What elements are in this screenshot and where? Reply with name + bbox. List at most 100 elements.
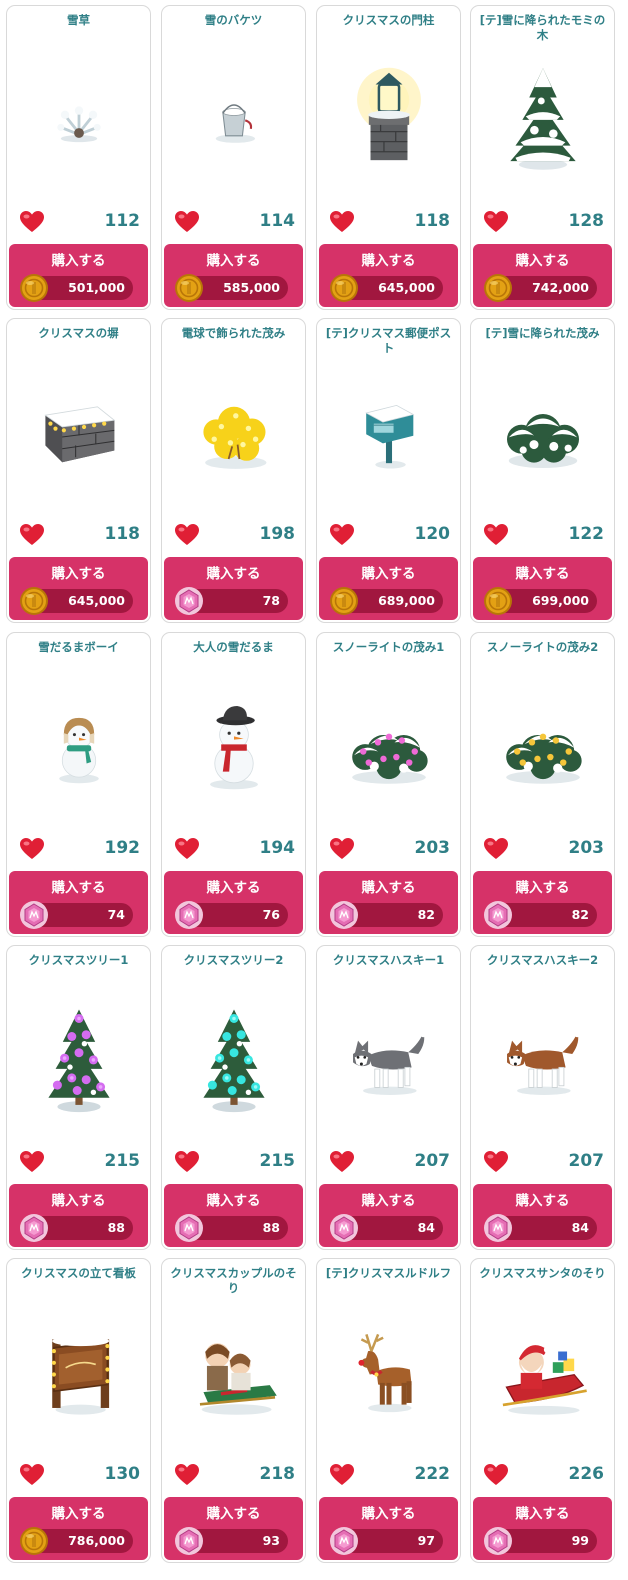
buy-button[interactable]: 購入する 88 [9,1184,148,1247]
shop-item-card-13[interactable]: クリスマスツリー1 215 購入する 88 [6,945,151,1250]
heart-icon[interactable] [174,1463,200,1487]
shop-item-card-16[interactable]: クリスマスハスキー2 207 購入する 84 [470,945,615,1250]
shop-item-card-14[interactable]: クリスマスツリー2 215 購入する 88 [161,945,306,1250]
buy-button-label: 購入する [361,1193,416,1209]
coin-icon [329,586,359,616]
snow-grass-image[interactable] [29,54,129,184]
snowy-bush-image[interactable] [493,367,593,497]
heart-icon[interactable] [19,210,45,234]
item-name: 電球で飾られた茂み [181,326,286,340]
gem-icon [174,1213,204,1243]
shop-item-card-12[interactable]: スノーライトの茂み2 203 購入する 82 [470,632,615,937]
shop-item-card-15[interactable]: クリスマスハスキー1 207 購入する 84 [316,945,461,1250]
husky-gray-image[interactable] [339,994,439,1124]
shop-item-card-18[interactable]: クリスマスカップルのそり 218 購入する 93 [161,1258,306,1563]
snowman-boy-image[interactable] [29,681,129,811]
shop-item-card-19[interactable]: [テ]クリスマスルドルフ 222 購入する 97 [316,1258,461,1563]
reindeer-image[interactable] [339,1307,439,1437]
like-count: 207 [414,1151,451,1171]
like-count: 207 [568,1151,605,1171]
heart-icon[interactable] [483,1150,509,1174]
buy-button[interactable]: 購入する 742,000 [473,244,612,307]
like-count: 203 [568,838,605,858]
heart-icon[interactable] [483,837,509,861]
heart-icon[interactable] [329,523,355,547]
buy-button[interactable]: 購入する 76 [164,871,303,934]
shop-item-card-8[interactable]: [テ]雪に降られた茂み 122 購入する 699,000 [470,318,615,623]
buy-button[interactable]: 購入する 99 [473,1497,612,1560]
lantern-post-image[interactable] [339,54,439,184]
gem-icon [19,900,49,930]
shop-item-card-5[interactable]: クリスマスの塀 118 購入する 645,000 [6,318,151,623]
item-name: クリスマスハスキー2 [486,953,599,967]
buy-button[interactable]: 購入する 585,000 [164,244,303,307]
heart-icon[interactable] [483,523,509,547]
heart-icon[interactable] [19,837,45,861]
heart-icon[interactable] [174,837,200,861]
snowlight-bush-pink-image[interactable] [339,681,439,811]
heart-icon[interactable] [329,210,355,234]
signboard-image[interactable] [29,1307,129,1437]
snowman-adult-image[interactable] [184,681,284,811]
heart-icon[interactable] [329,1463,355,1487]
shop-item-card-17[interactable]: クリスマスの立て看板 130 購入する 786,000 [6,1258,151,1563]
heart-icon[interactable] [19,523,45,547]
price-value: 645,000 [378,280,435,295]
heart-icon[interactable] [329,837,355,861]
shop-item-card-2[interactable]: 雪のバケツ 114 購入する 585,000 [161,5,306,310]
tree-cyan-image[interactable] [184,994,284,1124]
item-name: クリスマスカップルのそり [170,1266,297,1295]
shop-item-card-3[interactable]: クリスマスの門柱 118 購入する 645,000 [316,5,461,310]
buy-button[interactable]: 購入する 82 [319,871,458,934]
shop-item-card-4[interactable]: [テ]雪に降られたモミの木 128 購入する 742,000 [470,5,615,310]
heart-icon[interactable] [483,210,509,234]
like-count: 118 [414,211,451,231]
gem-icon [174,900,204,930]
shop-item-card-11[interactable]: スノーライトの茂み1 203 購入する 82 [316,632,461,937]
buy-button[interactable]: 購入する 84 [319,1184,458,1247]
gem-icon [483,1526,513,1556]
buy-button[interactable]: 購入する 699,000 [473,557,612,620]
tree-purple-image[interactable] [29,994,129,1124]
heart-icon[interactable] [19,1150,45,1174]
buy-button[interactable]: 購入する 74 [9,871,148,934]
like-count: 112 [104,211,141,231]
snow-bucket-image[interactable] [184,54,284,184]
snowlight-bush-gold-image[interactable] [493,681,593,811]
heart-icon[interactable] [174,210,200,234]
heart-icon[interactable] [483,1463,509,1487]
mailbox-image[interactable] [339,367,439,497]
husky-brown-image[interactable] [493,994,593,1124]
stone-wall-image[interactable] [29,367,129,497]
shop-item-card-20[interactable]: クリスマスサンタのそり 226 購入する 99 [470,1258,615,1563]
like-count: 128 [568,211,605,231]
heart-icon[interactable] [174,1150,200,1174]
buy-button[interactable]: 購入する 689,000 [319,557,458,620]
buy-button[interactable]: 購入する 786,000 [9,1497,148,1560]
buy-button[interactable]: 購入する 501,000 [9,244,148,307]
light-bush-yellow-image[interactable] [184,367,284,497]
buy-button[interactable]: 購入する 82 [473,871,612,934]
item-name: [テ]クリスマス郵便ポスト [325,326,452,355]
couple-sled-image[interactable] [184,1307,284,1437]
shop-item-card-10[interactable]: 大人の雪だるま 194 購入する 76 [161,632,306,937]
shop-item-card-1[interactable]: 雪草 112 購入する 501,000 [6,5,151,310]
buy-button[interactable]: 購入する 78 [164,557,303,620]
shop-item-card-6[interactable]: 電球で飾られた茂み 198 購入する 78 [161,318,306,623]
heart-icon[interactable] [19,1463,45,1487]
buy-button[interactable]: 購入する 97 [319,1497,458,1560]
snowy-fir-image[interactable] [493,54,593,184]
shop-item-card-7[interactable]: [テ]クリスマス郵便ポスト 120 購入する 689,000 [316,318,461,623]
santa-sled-image[interactable] [493,1307,593,1437]
heart-icon[interactable] [329,1150,355,1174]
buy-button[interactable]: 購入する 645,000 [9,557,148,620]
heart-icon[interactable] [174,523,200,547]
buy-button-label: 購入する [515,880,570,896]
buy-button[interactable]: 購入する 93 [164,1497,303,1560]
buy-button[interactable]: 購入する 88 [164,1184,303,1247]
buy-button[interactable]: 購入する 645,000 [319,244,458,307]
buy-button[interactable]: 購入する 84 [473,1184,612,1247]
like-count: 226 [568,1464,605,1484]
shop-item-card-9[interactable]: 雪だるまボーイ 192 購入する 74 [6,632,151,937]
item-name: [テ]雪に降られた茂み [485,326,600,340]
